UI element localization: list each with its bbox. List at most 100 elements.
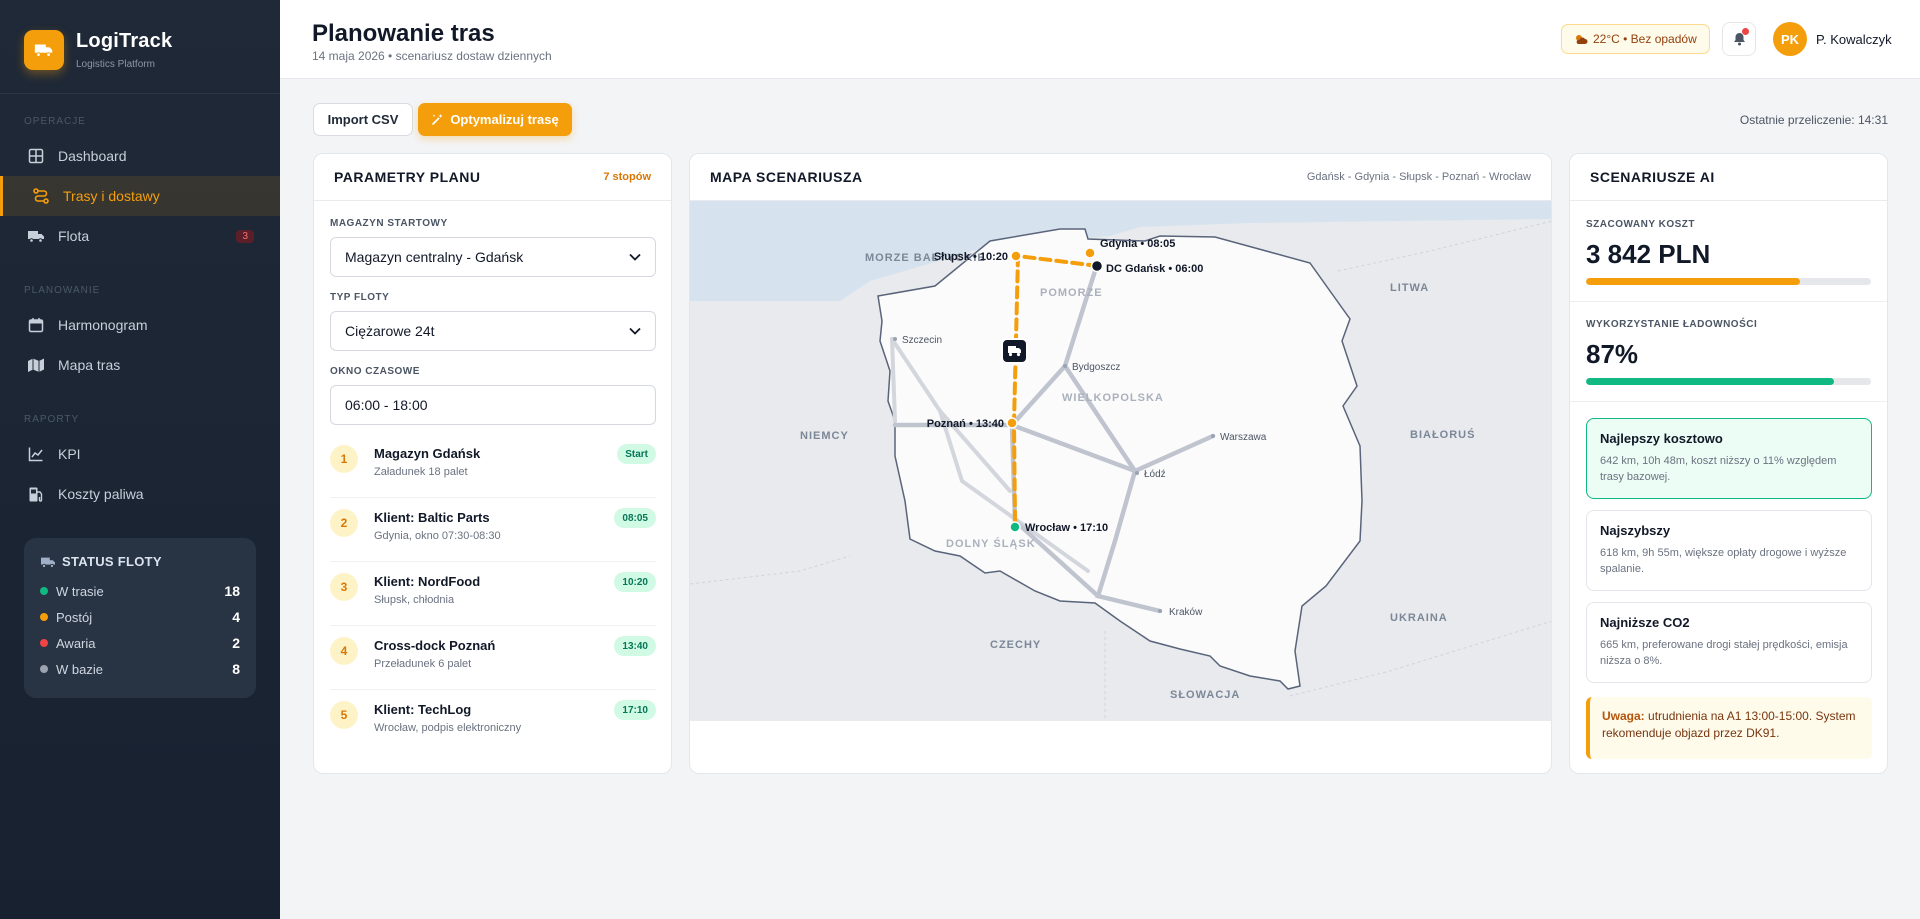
fleet-row-value: 4 [232,609,240,625]
city-dot [1211,434,1215,438]
stop-marker-wroclaw [1009,521,1021,533]
sidebar-item-label: Koszty paliwa [58,486,144,502]
stop-number: 1 [330,445,358,473]
sidebar-item-trasy[interactable]: Trasy i dostawy [0,176,280,216]
city-label-lodz: Łódź [1144,469,1166,480]
notifications-button[interactable] [1722,22,1756,56]
nav-section-planowanie: PLANOWANIE [24,285,101,296]
city-dot [1158,609,1162,613]
map-label-wielkopolska: WIELKOPOLSKA [1062,392,1164,404]
load-progress-bar [1586,378,1871,385]
load-label: WYKORZYSTANIE ŁADOWNOŚCI [1586,319,1758,330]
map-icon [26,355,46,375]
warehouse-label: MAGAZYN STARTOWY [330,218,448,229]
load-value: 87% [1586,339,1639,369]
fleet-row-label: W trasie [56,583,104,599]
map-label-ukraina: UKRAINA [1390,612,1448,624]
map-label-pomorze: POMORZE [1040,287,1103,299]
sidebar-item-mapa[interactable]: Mapa tras [0,345,280,385]
fleet-type-label: TYP FLOTY [330,292,390,303]
scenario-desc: 665 km, preferowane drogi stałej prędkoś… [1600,639,1848,667]
list-item[interactable]: 2 Klient: Baltic Parts Gdynia, okno 07:3… [330,498,656,562]
page-title: Planowanie tras [312,20,495,47]
load-progress-fill [1586,378,1834,385]
stop-title: Klient: Baltic Parts [374,510,490,525]
calendar-icon [26,315,46,335]
nav-section-raporty: RAPORTY [24,414,80,425]
scenario-card-best-cost[interactable]: Najlepszy kosztowo 642 km, 10h 48m, kosz… [1586,418,1872,499]
time-window-label: OKNO CZASOWE [330,366,420,377]
list-item[interactable]: 1 Magazyn Gdańsk Załadunek 18 palet Star… [330,434,656,498]
user-name[interactable]: P. Kowalczyk [1816,32,1892,47]
fleet-row-label: Awaria [56,635,96,651]
list-item[interactable]: 4 Cross-dock Poznań Przeładunek 6 palet … [330,626,656,690]
scenario-desc: 642 km, 10h 48m, koszt niższy o 11% wzgl… [1600,455,1837,483]
route-map[interactable]: MORZE BAŁTYCKIE POMORZE WIELKOPOLSKA DOL… [690,201,1551,721]
ai-scenarios-panel: SCENARIUSZE AI SZACOWANY KOSZT 3 842 PLN… [1569,153,1888,774]
sidebar-item-harmonogram[interactable]: Harmonogram [0,305,280,345]
app-subtitle: Logistics Platform [76,58,155,70]
list-item[interactable]: 5 Klient: TechLog Wrocław, podpis elektr… [330,690,656,754]
truck-logo-icon [24,29,64,70]
panel-title: MAPA SCENARIUSZA [710,169,863,185]
sidebar-item-label: Dashboard [58,148,127,164]
scenario-card-fastest[interactable]: Najszybszy 618 km, 9h 55m, większe opłat… [1586,510,1872,591]
city-dot [893,337,897,341]
sidebar-item-kpi[interactable]: KPI [0,434,280,474]
sidebar-item-koszty[interactable]: Koszty paliwa [0,474,280,514]
stop-number: 3 [330,573,358,601]
stop-time-badge: 17:10 [614,700,656,720]
city-dot [1063,364,1067,368]
map-label-slowacja: SŁOWACJA [1170,689,1240,701]
truck-icon [26,226,46,246]
city-label-szczecin: Szczecin [902,335,942,346]
scenario-desc: 618 km, 9h 55m, większe opłaty drogowe i… [1600,547,1847,575]
sidebar-item-label: Flota [58,228,90,244]
weather-badge: 22°C • Bez opadów [1561,24,1710,54]
route-summary: Gdańsk - Gdynia - Słupsk - Poznań - Wroc… [1306,171,1531,183]
warehouse-select[interactable]: Magazyn centralny - Gdańsk [330,237,656,277]
chart-line-icon [26,444,46,464]
fleet-type-select[interactable]: Ciężarowe 24t [330,311,656,351]
magic-wand-icon [431,113,444,126]
status-dot-red [40,639,48,647]
plan-parameters-panel: PARAMETRY PLANU 7 stopów MAGAZYN STARTOW… [313,153,672,774]
cost-progress-bar [1586,278,1871,285]
map-label-bialorus: BIAŁORUŚ [1410,428,1475,441]
scenario-card-lowest-co2[interactable]: Najniższe CO2 665 km, preferowane drogi … [1586,602,1872,683]
sidebar-item-flota[interactable]: Flota 3 [0,216,280,256]
stop-number: 5 [330,701,358,729]
stop-marker-slupsk [1010,250,1022,262]
sidebar-item-label: Trasy i dostawy [63,188,160,204]
sidebar: LogiTrack Logistics Platform OPERACJE Da… [0,0,280,919]
stops-count: 7 stopów [603,171,651,183]
time-window-input[interactable]: 06:00 - 18:00 [330,385,656,425]
fleet-status-title: STATUS FLOTY [62,554,162,569]
stop-title: Klient: TechLog [374,702,472,717]
brand: LogiTrack Logistics Platform [0,0,280,94]
fleet-row-value: 8 [232,661,240,677]
stop-marker-poznan [1006,417,1018,429]
stop-title: Magazyn Gdańsk [374,446,481,461]
optimize-route-button[interactable]: Optymalizuj trasę [418,103,572,136]
city-label-bydgoszcz: Bydgoszcz [1072,362,1120,373]
warehouse-value: Magazyn centralny - Gdańsk [345,249,524,265]
sidebar-item-dashboard[interactable]: Dashboard [0,136,280,176]
time-window-value: 06:00 - 18:00 [345,397,428,413]
city-label-warszawa: Warszawa [1220,432,1267,443]
weather-icon [1574,33,1588,45]
avatar[interactable]: PK [1773,22,1807,56]
flota-badge: 3 [236,229,254,243]
map-label-litwa: LITWA [1390,282,1429,294]
list-item[interactable]: 3 Klient: NordFood Słupsk, chłodnia 10:2… [330,562,656,626]
import-csv-button[interactable]: Import CSV [313,103,413,136]
route-label-wroclaw: Wrocław • 17:10 [1025,522,1108,534]
fleet-row-label: W bazie [56,661,103,677]
map-label-niemcy: NIEMCY [800,430,849,442]
status-dot-orange [40,613,48,621]
vehicle-marker [1001,338,1028,364]
truck-icon [40,555,56,569]
city-label-krakow: Kraków [1169,607,1203,618]
status-dot-gray [40,665,48,673]
stop-time-badge: 13:40 [614,636,656,656]
